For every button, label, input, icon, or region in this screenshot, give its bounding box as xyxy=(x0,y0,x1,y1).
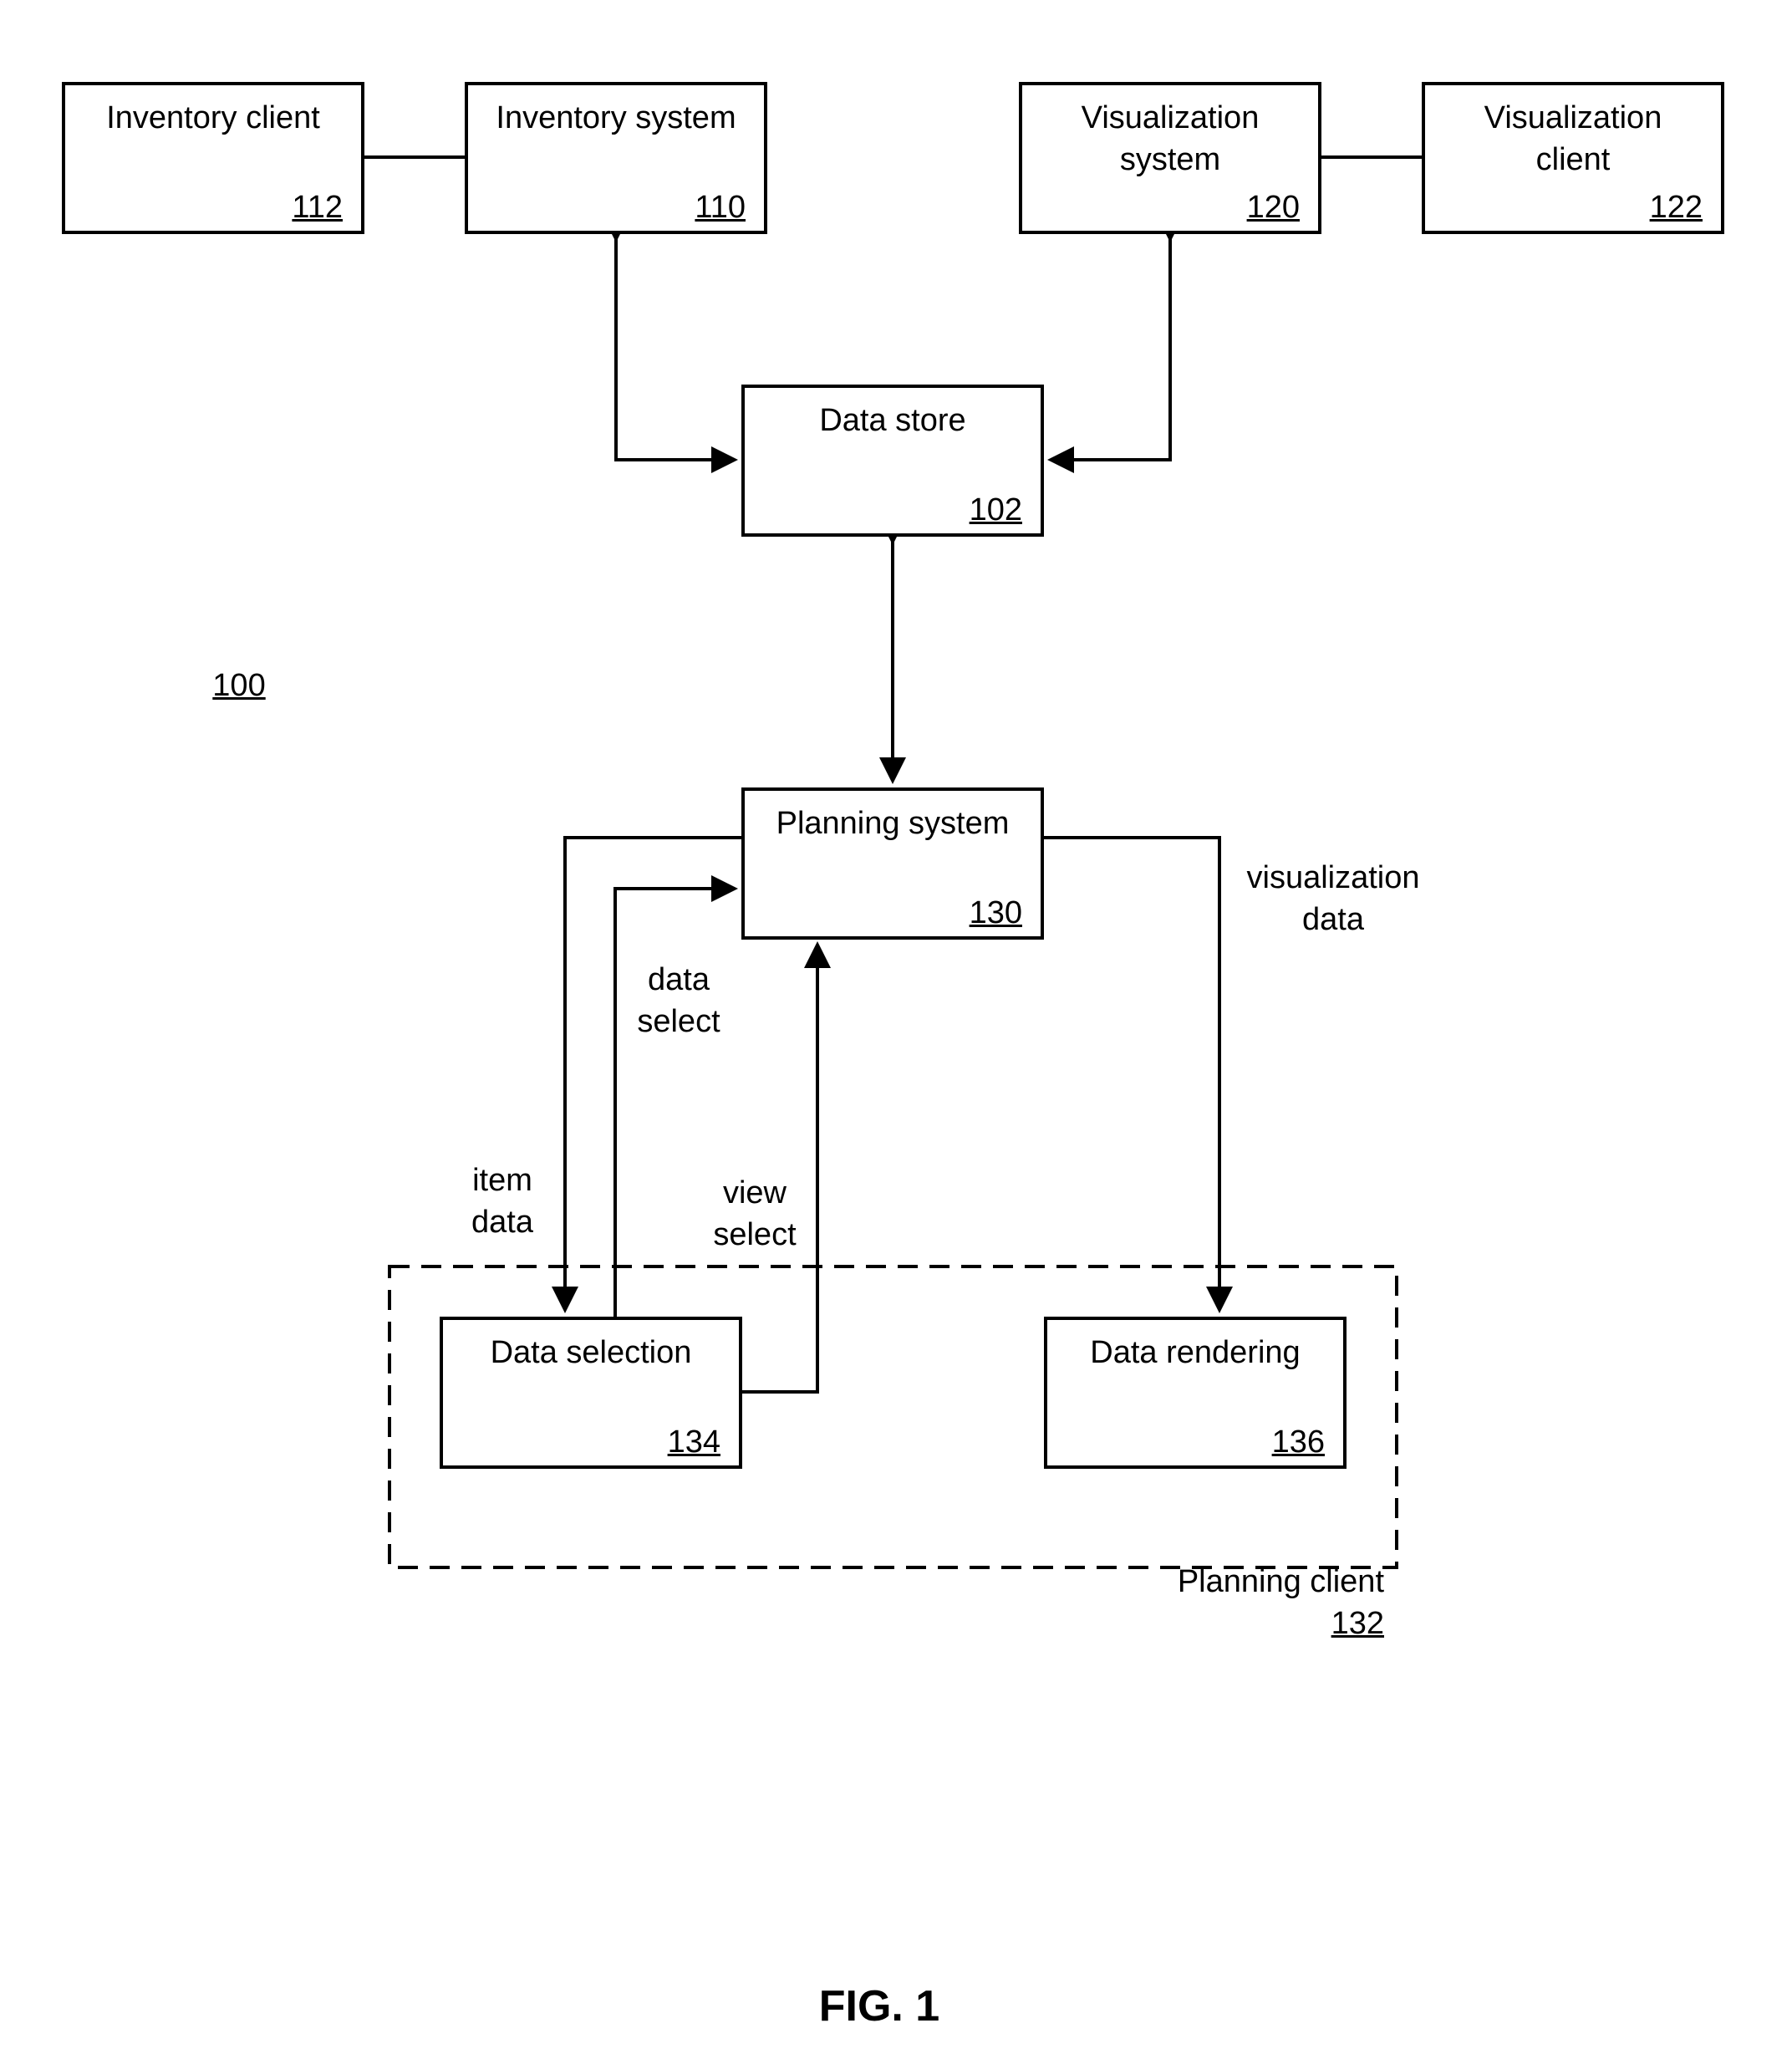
visualization-system-box: Visualization system 120 xyxy=(1019,82,1321,234)
data-store-title: Data store xyxy=(819,403,966,438)
planning-client-ref: 132 xyxy=(1331,1606,1384,1641)
data-rendering-box: Data rendering 136 xyxy=(1044,1317,1347,1469)
data-store-box: Data store 102 xyxy=(741,385,1044,537)
data-rendering-ref: 136 xyxy=(1271,1424,1325,1460)
planning-client-title: Planning client xyxy=(1177,1564,1384,1599)
view-select-label: view select xyxy=(713,1175,797,1252)
visualization-client-title: Visualization client xyxy=(1484,100,1662,177)
data-selection-box: Data selection 134 xyxy=(440,1317,742,1469)
planning-system-box: Planning system 130 xyxy=(741,787,1044,940)
inventory-client-ref: 112 xyxy=(292,190,343,225)
data-selection-title: Data selection xyxy=(490,1335,692,1370)
planning-system-ref: 130 xyxy=(969,895,1022,930)
system-reference-number: 100 xyxy=(212,668,266,703)
planning-client-label: Planning client 132 xyxy=(1078,1519,1384,1644)
data-select-label: data select xyxy=(637,962,720,1039)
arrow-visualization-data xyxy=(1044,836,1233,1313)
inventory-system-box: Inventory system 110 xyxy=(465,82,767,234)
inventory-client-title: Inventory client xyxy=(106,100,320,135)
data-selection-ref: 134 xyxy=(667,1424,720,1460)
arrow-visualization-system-data-store xyxy=(1047,216,1184,473)
inventory-system-title: Inventory system xyxy=(496,100,736,135)
data-rendering-title: Data rendering xyxy=(1090,1335,1301,1370)
arrow-view-select xyxy=(742,941,831,1394)
item-data-label: item data xyxy=(471,1163,533,1240)
visualization-data-label: visualization data xyxy=(1246,860,1420,937)
arrow-inventory-system-data-store xyxy=(603,216,738,473)
figure-caption: FIG. 1 xyxy=(818,1982,940,2031)
data-store-ref: 102 xyxy=(969,492,1022,527)
connectors xyxy=(364,155,1422,1569)
visualization-client-box: Visualization client 122 xyxy=(1422,82,1724,234)
visualization-system-title: Visualization system xyxy=(1081,100,1260,177)
visualization-client-ref: 122 xyxy=(1649,190,1703,225)
planning-system-title: Planning system xyxy=(776,806,1010,841)
visualization-system-ref: 120 xyxy=(1246,190,1300,225)
inventory-client-box: Inventory client 112 xyxy=(62,82,364,234)
inventory-system-ref: 110 xyxy=(695,190,746,225)
